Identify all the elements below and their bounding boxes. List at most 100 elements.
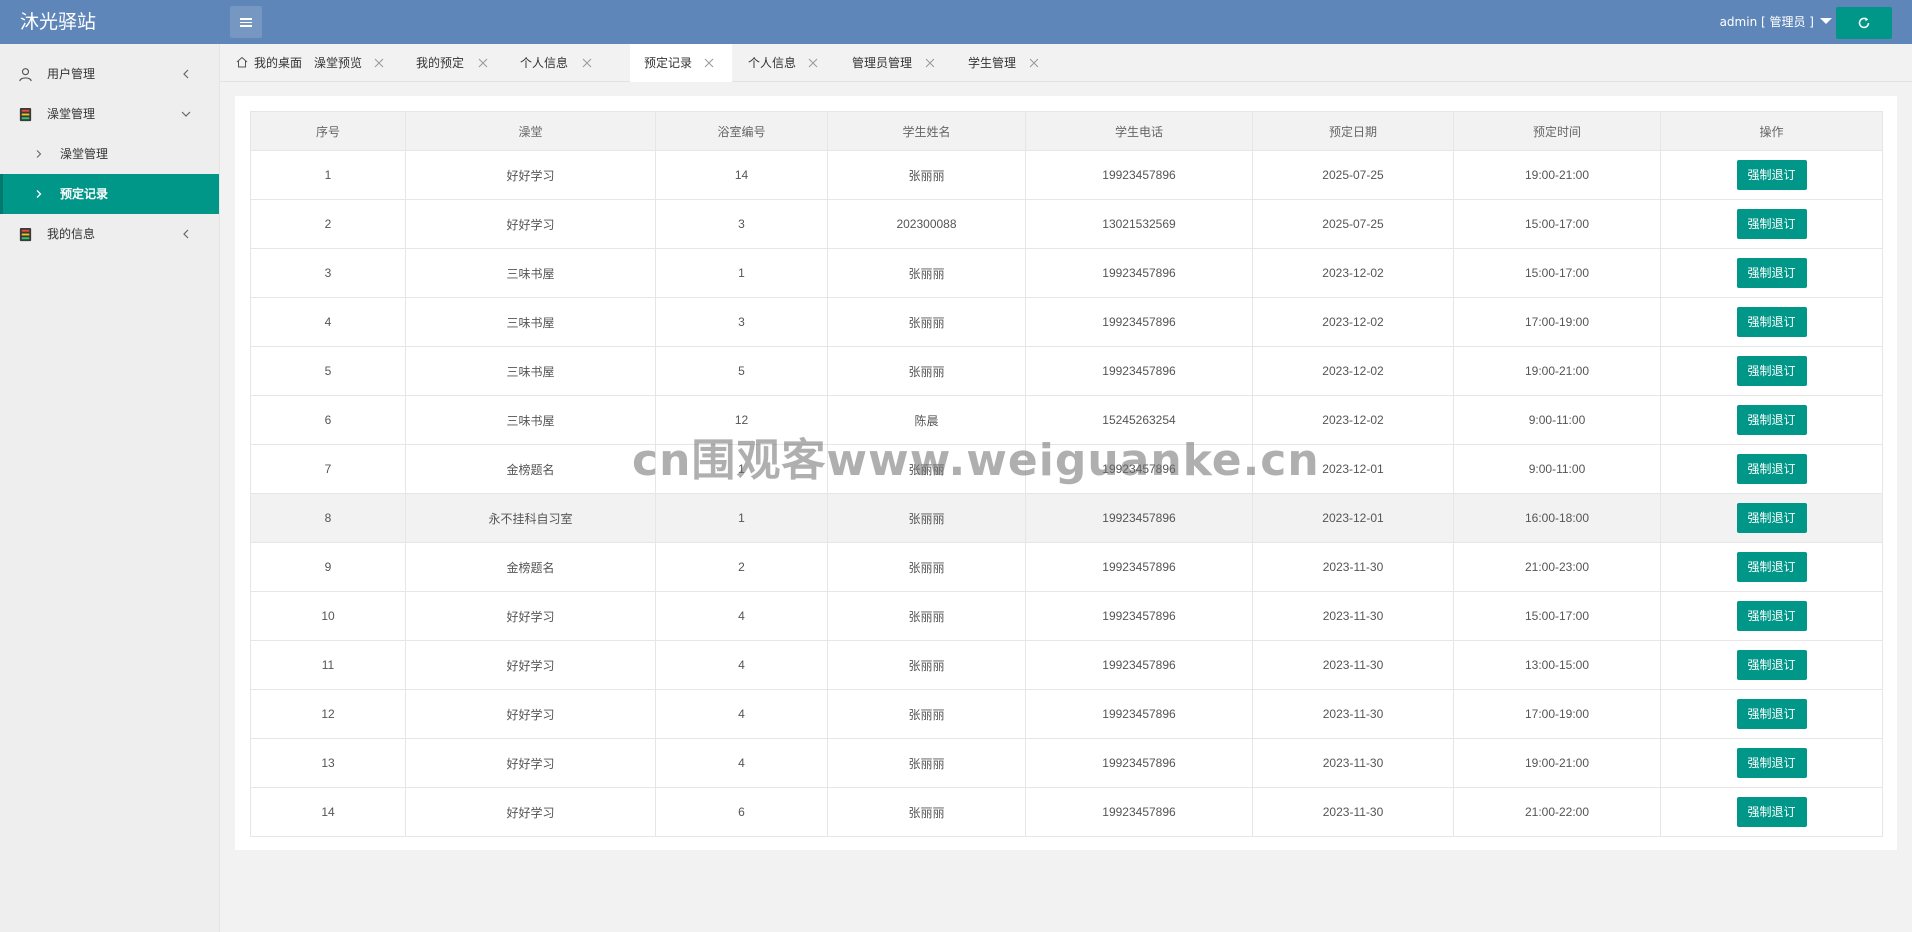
cell-bathhouse: 三味书屋 (405, 395, 656, 445)
cell-index: 13 (250, 738, 406, 788)
cell-booking-date: 2023-12-01 (1252, 493, 1454, 543)
table-row: 3 三味书屋 1 张丽丽 19923457896 2023-12-02 15:00-17:0… (250, 248, 1883, 298)
refresh-button[interactable] (1836, 7, 1892, 39)
cell-student-phone: 13021532569 (1025, 199, 1253, 249)
tab-my-desktop[interactable]: 我的桌面 (220, 44, 302, 82)
chevron-down-icon (181, 111, 191, 117)
header-index: 序号 (250, 111, 406, 151)
menu-toggle-button[interactable] (230, 6, 262, 38)
cell-booking-date: 2023-12-02 (1252, 248, 1454, 298)
cell-room-number: 3 (655, 199, 828, 249)
cell-index: 5 (250, 346, 406, 396)
tab-bathhouse-preview[interactable]: 澡堂预览 (302, 44, 402, 82)
force-cancel-button[interactable]: 强制退订 (1736, 748, 1807, 778)
table-row: 11 好好学习 4 张丽丽 19923457896 2023-11-30 13:00-15:… (250, 640, 1883, 690)
tab-personal-info-2[interactable]: 个人信息 (734, 44, 836, 82)
header-bathhouse: 澡堂 (405, 111, 656, 151)
cell-booking-date: 2025-07-25 (1252, 199, 1454, 249)
cell-booking-date: 2023-11-30 (1252, 738, 1454, 788)
table-row: 7 金榜题名 1 张丽丽 19923457896 2023-12-01 9:00-11:00… (250, 444, 1883, 494)
cell-booking-date: 2025-07-25 (1252, 150, 1454, 200)
table-row: 5 三味书屋 5 张丽丽 19923457896 2023-12-02 19:00-21:0… (250, 346, 1883, 396)
book-icon (19, 107, 32, 122)
force-cancel-button[interactable]: 强制退订 (1736, 650, 1807, 680)
cell-actions: 强制退订 (1660, 591, 1883, 641)
cell-index: 8 (250, 493, 406, 543)
sidebar-item-label: 澡堂管理 (60, 147, 109, 161)
sidebar-item-my-info[interactable]: 我的信息 (0, 214, 219, 254)
cell-index: 9 (250, 542, 406, 592)
cell-student-phone: 19923457896 (1025, 346, 1253, 396)
close-icon[interactable] (925, 58, 935, 68)
sidebar-subitem-booking-records[interactable]: 预定记录 (0, 174, 219, 214)
cell-room-number: 12 (655, 395, 828, 445)
cell-room-number: 4 (655, 738, 828, 788)
cell-student-name: 张丽丽 (827, 542, 1026, 592)
book-icon (19, 227, 32, 242)
table-row: 2 好好学习 3 202300088 13021532569 2025-07-25 15:0… (250, 199, 1883, 249)
cell-index: 6 (250, 395, 406, 445)
sidebar-item-label: 澡堂管理 (47, 107, 96, 121)
user-menu[interactable]: admin [ 管理员 ] (1720, 0, 1832, 44)
close-icon[interactable] (808, 58, 818, 68)
table-row: 10 好好学习 4 张丽丽 19923457896 2023-11-30 15:00-17:… (250, 591, 1883, 641)
header-room-number: 浴室编号 (655, 111, 828, 151)
cell-actions: 强制退订 (1660, 150, 1883, 200)
cell-booking-date: 2023-11-30 (1252, 640, 1454, 690)
cell-bathhouse: 好好学习 (405, 787, 656, 837)
sidebar-item-bathhouse-management[interactable]: 澡堂管理 (0, 94, 219, 134)
tab-personal-info[interactable]: 个人信息 (508, 44, 612, 82)
cell-room-number: 1 (655, 493, 828, 543)
cell-booking-date: 2023-12-01 (1252, 444, 1454, 494)
table-row: 8 永不挂科自习室 1 张丽丽 19923457896 2023-12-01 16:00-1… (250, 493, 1883, 543)
cell-booking-date: 2023-11-30 (1252, 787, 1454, 837)
cell-actions: 强制退订 (1660, 346, 1883, 396)
sidebar-subitem-bathhouse-management[interactable]: 澡堂管理 (0, 134, 219, 174)
cell-student-name: 张丽丽 (827, 346, 1026, 396)
cell-actions: 强制退订 (1660, 542, 1883, 592)
cell-booking-time: 17:00-19:00 (1453, 689, 1661, 739)
close-icon[interactable] (478, 58, 488, 68)
cell-booking-date: 2023-11-30 (1252, 591, 1454, 641)
cell-index: 11 (250, 640, 406, 690)
sidebar-item-user-management[interactable]: 用户管理 (0, 54, 219, 94)
force-cancel-button[interactable]: 强制退订 (1736, 699, 1807, 729)
force-cancel-button[interactable]: 强制退订 (1736, 601, 1807, 631)
force-cancel-button[interactable]: 强制退订 (1736, 307, 1807, 337)
cell-actions: 强制退订 (1660, 395, 1883, 445)
cell-booking-time: 15:00-17:00 (1453, 199, 1661, 249)
close-icon[interactable] (374, 58, 384, 68)
force-cancel-button[interactable]: 强制退订 (1736, 797, 1807, 827)
tab-label: 个人信息 (748, 56, 797, 70)
cell-bathhouse: 三味书屋 (405, 346, 656, 396)
force-cancel-button[interactable]: 强制退订 (1736, 258, 1807, 288)
tab-label: 澡堂预览 (314, 56, 363, 70)
tab-my-bookings[interactable]: 我的预定 (404, 44, 508, 82)
close-icon[interactable] (704, 58, 714, 68)
table-row: 6 三味书屋 12 陈晨 15245263254 2023-12-02 9:00-11:00… (250, 395, 1883, 445)
force-cancel-button[interactable]: 强制退订 (1736, 209, 1807, 239)
cell-bathhouse: 好好学习 (405, 689, 656, 739)
cell-student-phone: 15245263254 (1025, 395, 1253, 445)
force-cancel-button[interactable]: 强制退订 (1736, 454, 1807, 484)
force-cancel-button[interactable]: 强制退订 (1736, 356, 1807, 386)
close-icon[interactable] (582, 58, 592, 68)
cell-student-phone: 19923457896 (1025, 738, 1253, 788)
force-cancel-button[interactable]: 强制退订 (1736, 552, 1807, 582)
chevron-right-icon (36, 190, 42, 198)
force-cancel-button[interactable]: 强制退订 (1736, 503, 1807, 533)
cell-actions: 强制退订 (1660, 787, 1883, 837)
tab-booking-records[interactable]: 预定记录 (630, 44, 732, 82)
sidebar: 用户管理 澡堂管理 澡堂管理 预定记录 我的信息 (0, 44, 220, 932)
cell-booking-time: 17:00-19:00 (1453, 297, 1661, 347)
sidebar-item-label: 预定记录 (60, 187, 109, 201)
cell-index: 12 (250, 689, 406, 739)
booking-records-table: 序号 澡堂 浴室编号 学生姓名 学生电话 预定日期 预定时间 操作 1 好好学习 14 张丽丽 199… (250, 111, 1883, 837)
cell-bathhouse: 金榜题名 (405, 542, 656, 592)
tab-student-management[interactable]: 学生管理 (954, 44, 1060, 82)
cell-booking-date: 2023-12-02 (1252, 346, 1454, 396)
tab-admin-management[interactable]: 管理员管理 (838, 44, 954, 82)
close-icon[interactable] (1029, 58, 1039, 68)
force-cancel-button[interactable]: 强制退订 (1736, 160, 1807, 190)
force-cancel-button[interactable]: 强制退订 (1736, 405, 1807, 435)
